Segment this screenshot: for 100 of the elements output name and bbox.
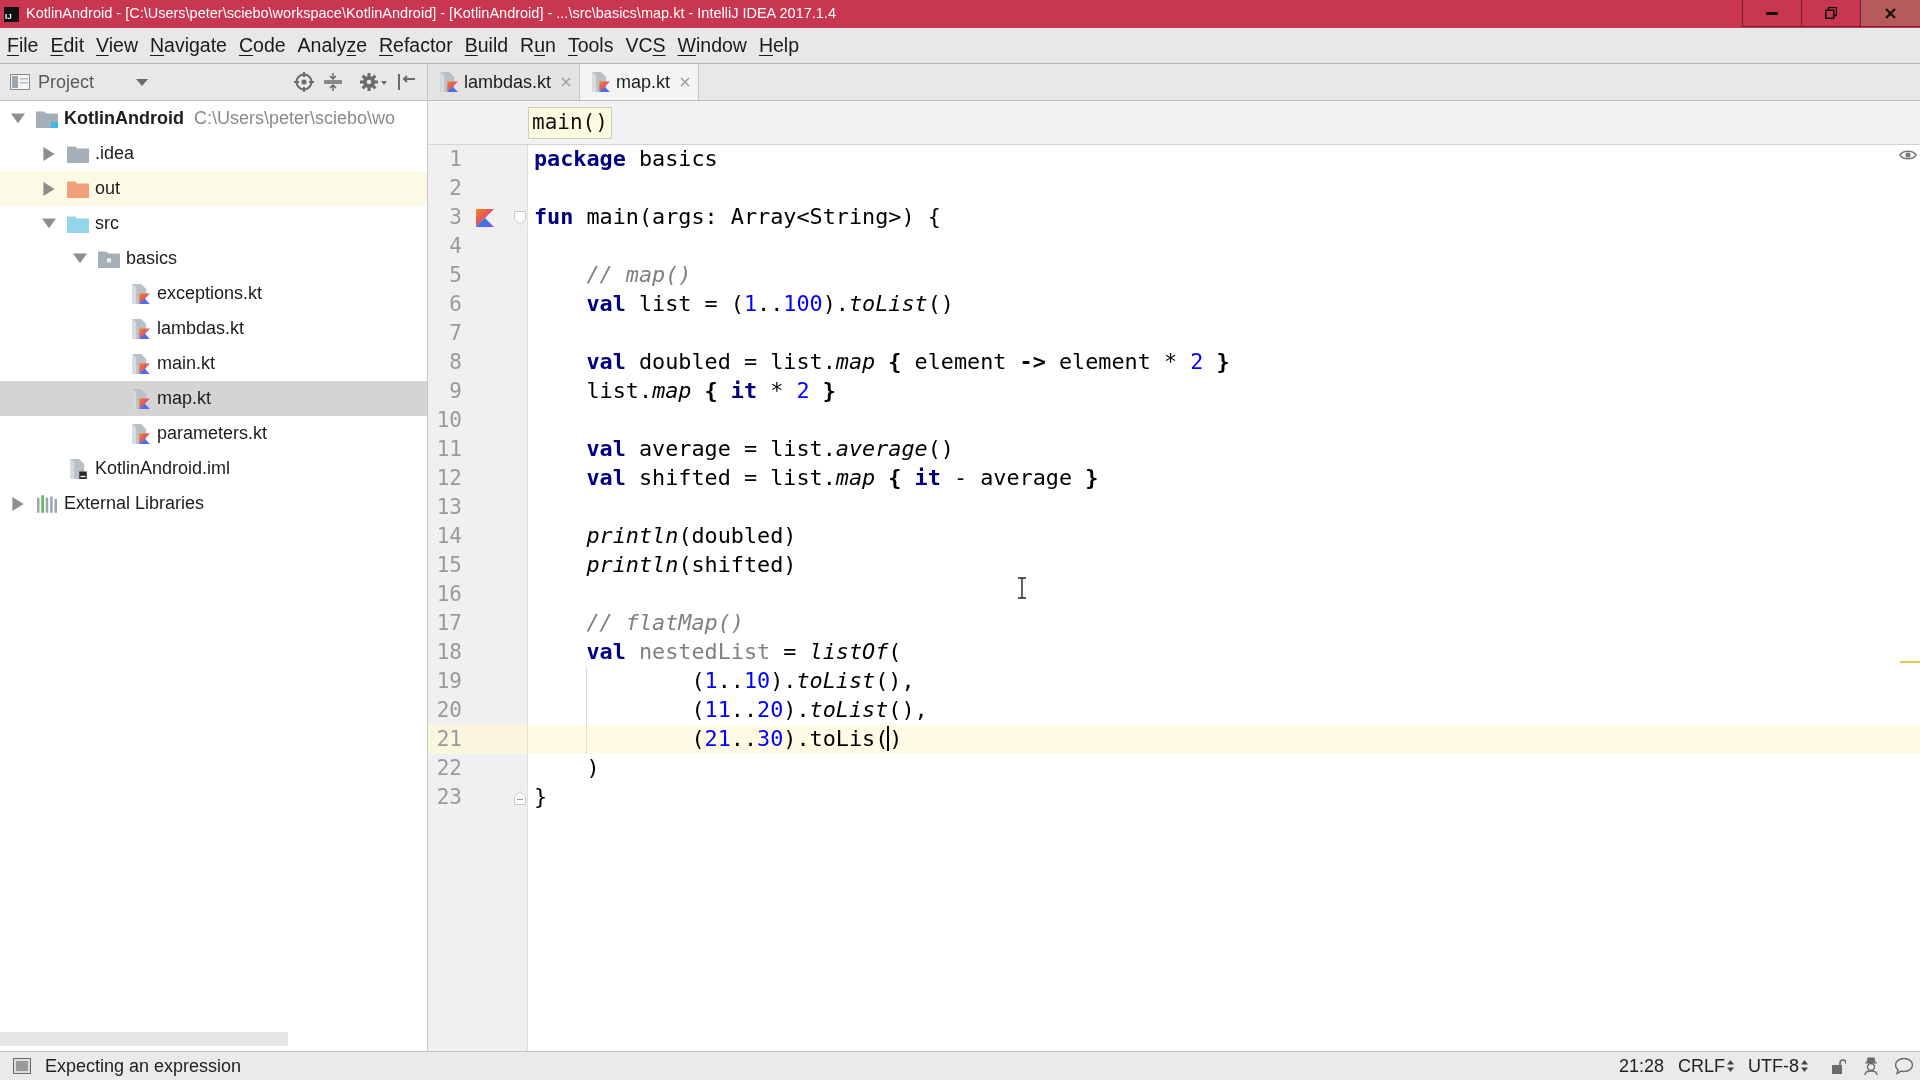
speech-bubble-icon[interactable]	[1894, 1057, 1914, 1075]
line-number: 10	[435, 406, 462, 434]
line-number: 12	[435, 464, 462, 492]
menu-item[interactable]: Analyze	[291, 29, 373, 62]
line-number: 17	[435, 609, 462, 637]
tree-item[interactable]: exceptions.kt	[0, 276, 427, 311]
fold-marker-icon[interactable]	[514, 210, 526, 225]
module-path-text: C:\Users\peter\sciebo\wo	[194, 107, 396, 130]
dropdown-caret-icon	[136, 78, 149, 86]
line-number: 6	[448, 290, 462, 318]
menu-item[interactable]: Window	[671, 29, 753, 62]
kotlin-file-icon	[130, 388, 150, 409]
code-line: package basics	[534, 145, 718, 174]
close-icon	[1885, 7, 1896, 19]
line-number: 21	[435, 725, 462, 753]
collapsed-arrow-icon[interactable]	[42, 146, 56, 161]
line-number: 13	[435, 493, 462, 521]
project-window-icon	[10, 74, 30, 90]
tree-item[interactable]: main.kt	[0, 346, 427, 381]
project-view-dropdown[interactable]: Project	[0, 67, 149, 97]
line-separator-selector[interactable]: CRLF	[1678, 1052, 1734, 1080]
k-logo-icon[interactable]	[476, 208, 494, 227]
tree-item[interactable]: basics	[0, 241, 427, 276]
line-number: 11	[435, 435, 462, 463]
menu-item[interactable]: Build	[458, 29, 515, 62]
caret-position[interactable]: 21:28	[1618, 1052, 1664, 1080]
collapsed-arrow-icon[interactable]	[42, 181, 56, 196]
updown-arrows-icon	[1727, 1060, 1734, 1072]
close-icon[interactable]	[561, 77, 572, 87]
editor-tab[interactable]: lambdas.kt	[428, 64, 581, 100]
line-number: 18	[435, 638, 462, 666]
close-icon[interactable]	[680, 77, 691, 87]
menu-item[interactable]: Code	[232, 29, 292, 62]
module-folder-icon	[36, 109, 58, 128]
encoding-selector[interactable]: UTF-8	[1748, 1052, 1808, 1080]
status-message: Expecting an expression	[45, 1054, 242, 1078]
settings-icon[interactable]	[360, 72, 389, 92]
tree-item[interactable]: src	[0, 206, 427, 241]
tree-item[interactable]: lambdas.kt	[0, 311, 427, 346]
restore-icon	[1825, 7, 1837, 19]
hide-panel-icon[interactable]	[398, 73, 417, 91]
line-number: 9	[448, 377, 462, 405]
i-beam-pointer-icon	[1017, 577, 1027, 599]
tree-item[interactable]: KotlinAndroid.iml	[0, 451, 427, 486]
module-file-icon	[68, 458, 88, 479]
code-line: val average = list.average()	[586, 435, 954, 464]
menu-item[interactable]: Refactor	[373, 29, 459, 62]
code-line: // map()	[586, 261, 692, 290]
code-line: fun main(args: Array<String>) {	[534, 203, 941, 232]
horizontal-scrollbar-thumb[interactable]	[0, 1032, 288, 1046]
menu-item[interactable]: Help	[752, 29, 806, 62]
menu-item[interactable]: Edit	[44, 29, 91, 62]
code-line: val shifted = list.map { it - average }	[586, 464, 1099, 493]
expanded-arrow-icon[interactable]	[73, 251, 87, 266]
line-number: 1	[448, 145, 462, 173]
kotlin-file-icon	[130, 283, 150, 304]
breadcrumb-item[interactable]: main()	[528, 106, 612, 139]
line-number: 7	[448, 319, 462, 347]
code-line: val doubled = list.map { element -> element * 2 }	[586, 348, 1230, 377]
tree-item[interactable]: KotlinAndroid C:\Users\peter\sciebo\wo	[0, 101, 427, 136]
line-number: 16	[435, 580, 462, 608]
folder-icon	[67, 144, 89, 163]
line-number: 14	[435, 522, 462, 550]
menu-item[interactable]: View	[90, 29, 144, 62]
editor-tab[interactable]: map.kt	[580, 64, 700, 100]
tree-item[interactable]: out	[0, 171, 427, 206]
tree-item[interactable]: parameters.kt	[0, 416, 427, 451]
hat-figure-icon[interactable]	[1862, 1057, 1880, 1075]
window-title: KotlinAndroid - [C:\Users\peter\sciebo\workspace\KotlinAndroid] - [KotlinAndroid] - ...\src\basics\map.kt - IntelliJ IDEA 2017.1.4	[26, 4, 836, 24]
line-number: 2	[448, 174, 462, 202]
line-number: 20	[435, 696, 462, 724]
fold-marker-icon[interactable]	[514, 790, 526, 805]
code-line: println(shifted)	[586, 551, 797, 580]
close-button[interactable]	[1861, 0, 1920, 27]
menu-item[interactable]: Navigate	[144, 29, 233, 62]
tree-item[interactable]: External Libraries	[0, 486, 427, 521]
line-number: 8	[448, 348, 462, 376]
kotlin-file-icon	[590, 72, 611, 92]
tree-item[interactable]: map.kt	[0, 381, 427, 416]
menu-item[interactable]: VCS	[619, 29, 672, 62]
menu-item[interactable]: Tools	[561, 29, 620, 62]
line-number: 3	[448, 203, 462, 231]
locate-crosshair-icon[interactable]	[294, 72, 315, 92]
line-number: 22	[435, 754, 462, 782]
package-folder-icon	[98, 249, 120, 268]
eye-icon[interactable]	[1899, 149, 1917, 161]
library-bars-icon	[37, 494, 57, 513]
collapse-all-icon[interactable]	[324, 72, 343, 92]
tree-item[interactable]: .idea	[0, 136, 427, 171]
menu-item[interactable]: File	[1, 29, 45, 62]
code-line: // flatMap()	[586, 609, 744, 638]
code-line: }	[534, 783, 548, 812]
kotlin-file-icon	[130, 423, 150, 444]
minimize-button[interactable]	[1742, 0, 1802, 27]
code-line: (21..30).toLis()	[691, 725, 903, 754]
collapsed-arrow-icon[interactable]	[11, 496, 25, 511]
kotlin-file-icon	[438, 72, 458, 92]
open-padlock-icon[interactable]	[1832, 1058, 1846, 1074]
menu-item[interactable]: Run	[514, 29, 562, 62]
panel-toggle-icon[interactable]	[13, 1058, 31, 1074]
